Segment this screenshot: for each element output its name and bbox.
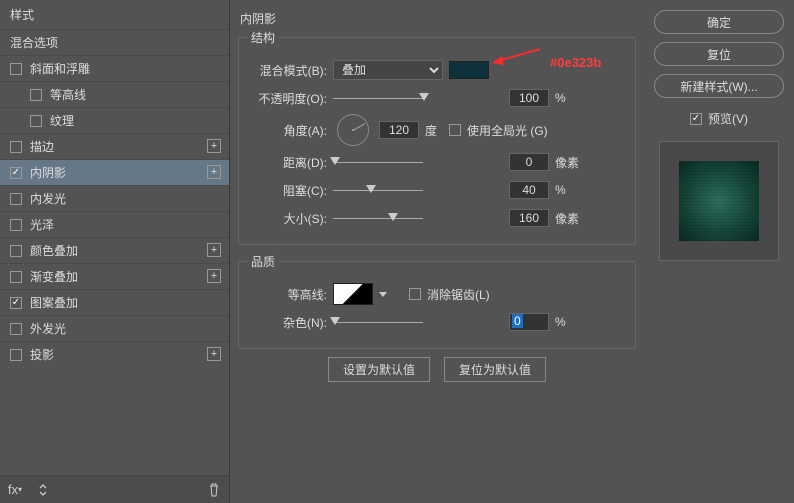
color-swatch[interactable] [449,61,489,79]
choke-slider[interactable] [333,182,503,198]
style-checkbox[interactable] [10,271,22,283]
blending-options-label: 混合选项 [10,34,219,51]
sidebar-footer: fx▾ [0,475,229,503]
fx-icon[interactable]: fx▾ [6,481,24,499]
style-item-3[interactable]: 描边+ [0,133,229,159]
style-checkbox[interactable] [30,115,42,127]
noise-label: 杂色(N): [247,314,327,331]
style-label: 纹理 [50,112,219,129]
style-item-7[interactable]: 颜色叠加+ [0,237,229,263]
style-label: 描边 [30,138,219,155]
panel-title: 内阴影 [238,10,636,27]
style-item-8[interactable]: 渐变叠加+ [0,263,229,289]
preview-label: 预览(V) [708,110,748,127]
blend-mode-select[interactable]: 叠加 [333,60,443,80]
style-checkbox[interactable] [10,219,22,231]
size-input[interactable] [509,209,549,227]
style-item-5[interactable]: 内发光 [0,185,229,211]
noise-slider[interactable] [333,314,503,330]
add-effect-icon[interactable]: + [207,243,221,257]
opacity-label: 不透明度(O): [247,90,327,107]
structure-group: 结构 混合模式(B): 叠加 不透明度(O): % [238,29,636,245]
antialias-label: 消除锯齿(L) [427,286,490,303]
distance-slider[interactable] [333,154,503,170]
style-label: 内阴影 [30,164,219,181]
distance-input[interactable] [509,153,549,171]
quality-group: 品质 等高线: 消除锯齿(L) 杂色(N): 0 % [238,253,636,349]
up-down-icon[interactable] [34,481,52,499]
sidebar-header: 样式 [0,0,229,29]
preview-thumbnail [679,161,759,241]
style-checkbox[interactable] [30,89,42,101]
contour-label: 等高线: [247,286,327,303]
style-checkbox[interactable] [10,245,22,257]
style-item-0[interactable]: 斜面和浮雕 [0,55,229,81]
new-style-button[interactable]: 新建样式(W)... [654,74,784,98]
set-default-button[interactable]: 设置为默认值 [328,357,430,382]
opacity-unit: % [555,91,585,105]
choke-unit: % [555,183,585,197]
contour-caret-icon[interactable] [379,292,387,297]
style-item-9[interactable]: 图案叠加 [0,289,229,315]
preview-box [659,141,779,261]
style-label: 颜色叠加 [30,242,219,259]
blend-mode-label: 混合模式(B): [247,62,327,79]
distance-unit: 像素 [555,154,585,171]
main-panel: 内阴影 结构 混合模式(B): 叠加 不透明度(O): % [230,0,644,503]
reset-default-button[interactable]: 复位为默认值 [444,357,546,382]
preview-checkbox[interactable] [690,113,702,125]
cancel-button[interactable]: 复位 [654,42,784,66]
style-item-4[interactable]: 内阴影+ [0,159,229,185]
noise-unit: % [555,315,585,329]
noise-input[interactable]: 0 [509,313,549,331]
style-label: 斜面和浮雕 [30,60,219,77]
distance-label: 距离(D): [247,154,327,171]
add-effect-icon[interactable]: + [207,347,221,361]
style-item-10[interactable]: 外发光 [0,315,229,341]
style-label: 等高线 [50,86,219,103]
style-label: 光泽 [30,216,219,233]
style-checkbox[interactable] [10,323,22,335]
style-checkbox[interactable] [10,297,22,309]
style-checkbox[interactable] [10,141,22,153]
angle-unit: 度 [425,122,443,139]
angle-dial[interactable] [337,114,369,146]
opacity-input[interactable] [509,89,549,107]
style-label: 投影 [30,346,219,363]
ok-button[interactable]: 确定 [654,10,784,34]
style-checkbox[interactable] [10,63,22,75]
add-effect-icon[interactable]: + [207,139,221,153]
angle-input[interactable] [379,121,419,139]
style-label: 外发光 [30,320,219,337]
global-light-label: 使用全局光 (G) [467,122,548,139]
style-checkbox[interactable] [10,349,22,361]
angle-label: 角度(A): [247,122,327,139]
opacity-slider[interactable] [333,90,503,106]
blending-options-row[interactable]: 混合选项 [0,29,229,55]
choke-input[interactable] [509,181,549,199]
style-item-2[interactable]: 纹理 [0,107,229,133]
size-unit: 像素 [555,210,585,227]
add-effect-icon[interactable]: + [207,165,221,179]
antialias-checkbox[interactable] [409,288,421,300]
styles-sidebar: 样式 混合选项 斜面和浮雕等高线纹理描边+内阴影+内发光光泽颜色叠加+渐变叠加+… [0,0,230,503]
style-label: 内发光 [30,190,219,207]
trash-icon[interactable] [205,481,223,499]
right-panel: 确定 复位 新建样式(W)... 预览(V) [644,0,794,503]
style-item-11[interactable]: 投影+ [0,341,229,367]
size-label: 大小(S): [247,210,327,227]
quality-legend: 品质 [247,253,279,270]
structure-legend: 结构 [247,29,279,46]
add-effect-icon[interactable]: + [207,269,221,283]
style-item-1[interactable]: 等高线 [0,81,229,107]
choke-label: 阻塞(C): [247,182,327,199]
global-light-checkbox[interactable] [449,124,461,136]
style-checkbox[interactable] [10,167,22,179]
contour-picker[interactable] [333,283,373,305]
style-label: 渐变叠加 [30,268,219,285]
style-label: 图案叠加 [30,294,219,311]
style-item-6[interactable]: 光泽 [0,211,229,237]
style-checkbox[interactable] [10,193,22,205]
size-slider[interactable] [333,210,503,226]
